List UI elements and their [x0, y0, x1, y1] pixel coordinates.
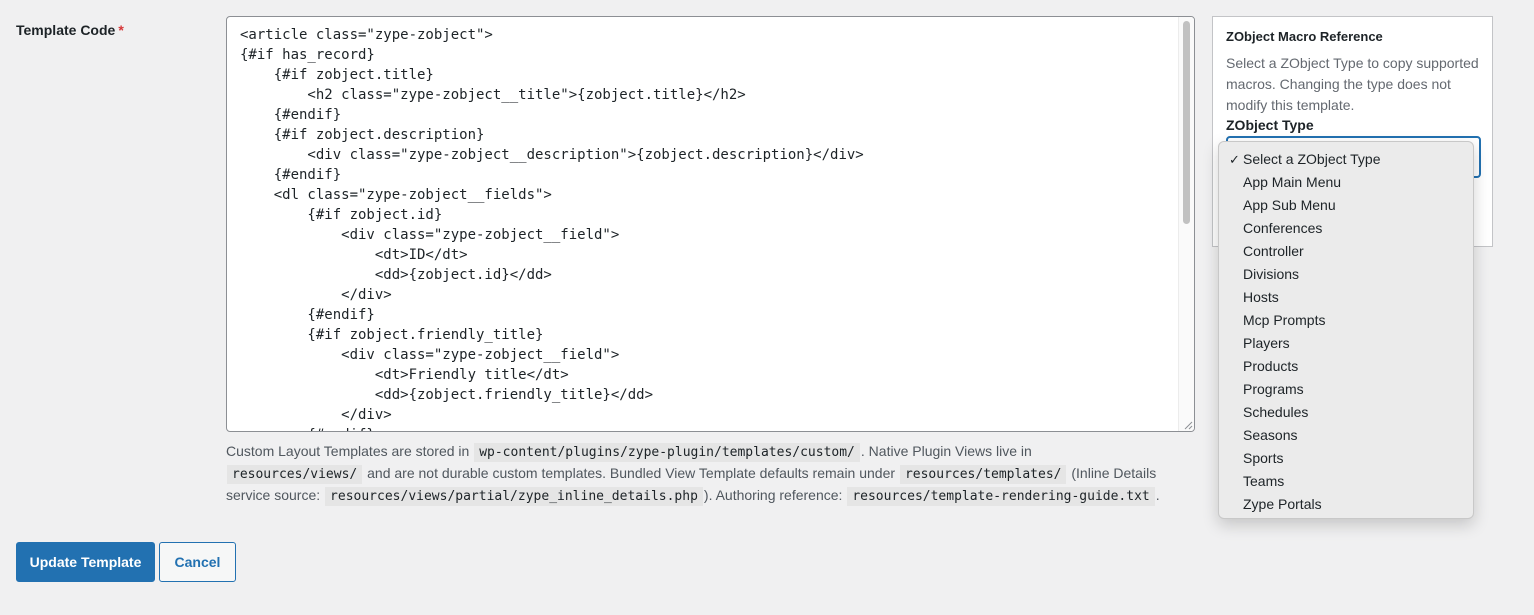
- code-line: {#endif}: [240, 167, 342, 183]
- code-line: {#if zobject.friendly_title}: [240, 327, 544, 343]
- required-mark: *: [118, 22, 124, 38]
- dropdown-option[interactable]: Mcp Prompts: [1219, 309, 1473, 332]
- help-text-3: and are not durable custom templates. Bu…: [367, 465, 896, 481]
- code-line: <dd>{zobject.friendly_title}</dd>: [240, 387, 654, 403]
- dropdown-option-label: Hosts: [1243, 289, 1279, 305]
- dropdown-option-label: Products: [1243, 358, 1299, 374]
- code-line: {#if zobject.title}: [240, 67, 434, 83]
- dropdown-option[interactable]: Sports: [1219, 447, 1473, 470]
- dropdown-option-label: Zype Portals: [1243, 496, 1322, 512]
- checkmark-icon: ✓: [1229, 152, 1240, 167]
- dropdown-option-label: Mcp Prompts: [1243, 312, 1326, 328]
- dropdown-option[interactable]: Conferences: [1219, 217, 1473, 240]
- dropdown-option-label: Teams: [1243, 473, 1285, 489]
- dropdown-option[interactable]: App Main Menu: [1219, 171, 1473, 194]
- dropdown-option-label: Divisions: [1243, 266, 1300, 282]
- update-template-button[interactable]: Update Template: [16, 542, 155, 582]
- dropdown-option[interactable]: Programs: [1219, 378, 1473, 401]
- macro-reference-title: ZObject Macro Reference: [1226, 29, 1383, 44]
- code-line: {#if zobject.id}: [240, 207, 443, 223]
- help-text-1: Custom Layout Templates are stored in: [226, 443, 470, 459]
- code-line: {#endif}: [240, 425, 1180, 431]
- dropdown-option-label: Controller: [1243, 243, 1304, 259]
- rendering-guide-path: resources/template-rendering-guide.txt: [847, 487, 1155, 506]
- help-text-6: .: [1155, 487, 1160, 503]
- dropdown-option[interactable]: Products: [1219, 355, 1473, 378]
- zobject-type-label: ZObject Type: [1226, 117, 1314, 133]
- dropdown-option[interactable]: ✓ Select a ZObject Type: [1219, 148, 1473, 171]
- code-line: <h2 class="zype-zobject__title">{zobject…: [240, 87, 746, 103]
- plugin-views-path: resources/views/: [227, 465, 363, 484]
- template-code-editor[interactable]: <article class="zype-zobject"> {#if has_r…: [226, 16, 1195, 432]
- code-line: {#if zobject.description}: [240, 127, 485, 143]
- code-line: <article class="zype-zobject">: [240, 27, 493, 43]
- zobject-type-dropdown[interactable]: ✓ Select a ZObject Type App Main Menu App S…: [1218, 141, 1474, 519]
- dropdown-option[interactable]: Divisions: [1219, 263, 1473, 286]
- help-text-5: ). Authoring reference:: [703, 487, 843, 503]
- template-code-textarea[interactable]: <article class="zype-zobject"> {#if has_r…: [227, 17, 1180, 431]
- code-line: </div>: [240, 287, 392, 303]
- dropdown-option[interactable]: Teams: [1219, 470, 1473, 493]
- dropdown-option-label: App Main Menu: [1243, 174, 1342, 190]
- code-line: <dt>ID</dt>: [240, 247, 468, 263]
- dropdown-option[interactable]: Players: [1219, 332, 1473, 355]
- code-line: </div>: [240, 407, 392, 423]
- dropdown-option[interactable]: Schedules: [1219, 401, 1473, 424]
- dropdown-option-label: Conferences: [1243, 220, 1323, 236]
- code-line: {#endif}: [240, 307, 375, 323]
- code-line: {#if has_record}: [240, 47, 375, 63]
- code-line: <dd>{zobject.id}</dd>: [240, 267, 552, 283]
- code-line: <dt>Friendly title</dt>: [240, 367, 569, 383]
- bundled-templates-path: resources/templates/: [899, 465, 1067, 484]
- editor-scrollbar[interactable]: [1178, 17, 1194, 431]
- code-line: <div class="zype-zobject__field">: [240, 347, 620, 363]
- resize-grip-icon[interactable]: [1183, 420, 1193, 430]
- code-line: <dl class="zype-zobject__fields">: [240, 187, 552, 203]
- dropdown-option-label: Seasons: [1243, 427, 1298, 443]
- inline-details-path: resources/views/partial/zype_inline_deta…: [325, 487, 703, 506]
- code-line: <div class="zype-zobject__field">: [240, 227, 620, 243]
- dropdown-option-label: Sports: [1243, 450, 1284, 466]
- editor-scrollbar-thumb[interactable]: [1183, 21, 1190, 224]
- dropdown-option-label: Players: [1243, 335, 1290, 351]
- dropdown-option[interactable]: Controller: [1219, 240, 1473, 263]
- template-help-text: Custom Layout Templates are stored in wp…: [226, 441, 1171, 507]
- code-line: {#endif}: [240, 107, 342, 123]
- template-code-label: Template Code *: [16, 22, 124, 38]
- dropdown-option[interactable]: Seasons: [1219, 424, 1473, 447]
- dropdown-option[interactable]: Zype Portals: [1219, 493, 1473, 516]
- dropdown-option-label: Schedules: [1243, 404, 1309, 420]
- dropdown-option-label: Programs: [1243, 381, 1304, 397]
- dropdown-option-label: App Sub Menu: [1243, 197, 1336, 213]
- dropdown-option[interactable]: App Sub Menu: [1219, 194, 1473, 217]
- template-code-label-text: Template Code: [16, 22, 116, 38]
- macro-reference-description: Select a ZObject Type to copy supported …: [1226, 55, 1479, 113]
- custom-templates-path: wp-content/plugins/zype-plugin/templates…: [474, 443, 860, 462]
- help-text-2: . Native Plugin Views live in: [860, 443, 1032, 459]
- code-line: <div class="zype-zobject__description">{…: [240, 147, 864, 163]
- dropdown-option-label: Select a ZObject Type: [1243, 151, 1381, 167]
- cancel-button[interactable]: Cancel: [159, 542, 236, 582]
- dropdown-option[interactable]: Hosts: [1219, 286, 1473, 309]
